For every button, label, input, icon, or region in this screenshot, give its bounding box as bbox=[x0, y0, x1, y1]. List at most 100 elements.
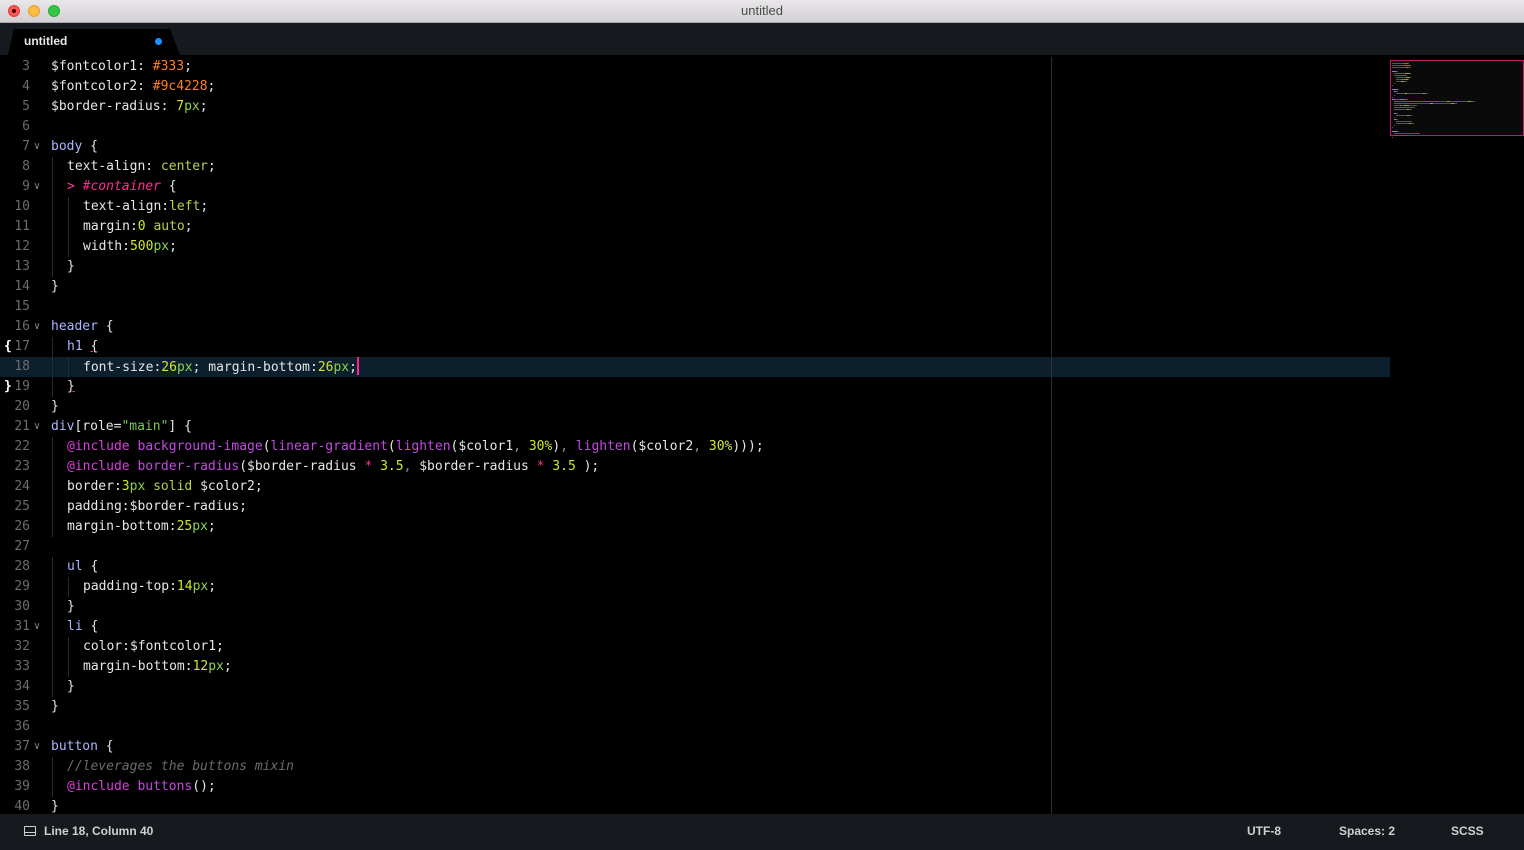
code-line[interactable]: 31 ∨ li { bbox=[0, 617, 1390, 637]
minimap-line bbox=[1414, 103, 1428, 104]
minimap-line bbox=[1397, 89, 1399, 90]
code-line[interactable]: 16 ∨ header { bbox=[0, 317, 1390, 337]
code-line[interactable]: 39 @include buttons(); bbox=[0, 777, 1390, 797]
line-number: 30 bbox=[14, 599, 30, 614]
indent-guide bbox=[68, 197, 69, 217]
code-text: @include border-radius($border-radius * … bbox=[67, 459, 600, 474]
code-line[interactable]: 32 color:$fontcolor1; bbox=[0, 637, 1390, 657]
code-text: text-align:left; bbox=[83, 199, 209, 214]
minimap-line bbox=[1394, 101, 1401, 102]
minimap-line bbox=[1394, 95, 1395, 96]
line-number: 37 bbox=[14, 739, 30, 754]
code-line[interactable]: 3 $fontcolor1: #333; bbox=[0, 57, 1390, 77]
line-number: 18 bbox=[14, 359, 30, 374]
code-text: //leverages the buttons mixin bbox=[67, 759, 294, 774]
code-line[interactable]: 34} bbox=[0, 677, 1390, 697]
indentation-indicator[interactable]: Spaces: 2 bbox=[1339, 824, 1395, 838]
code-line[interactable]: 26 margin-bottom:25px; bbox=[0, 517, 1390, 537]
indent-guide bbox=[52, 637, 53, 657]
code-line[interactable]: 28 ul { bbox=[0, 557, 1390, 577]
chevron-down-icon[interactable]: ∨ bbox=[34, 137, 40, 157]
code-text: } bbox=[67, 379, 75, 394]
code-line[interactable]: 22 @include background-image(linear-gradi… bbox=[0, 437, 1390, 457]
code-line[interactable]: 37 ∨ button { bbox=[0, 737, 1390, 757]
code-line[interactable]: 13} bbox=[0, 257, 1390, 277]
code-line[interactable]: 12 width:500px; bbox=[0, 237, 1390, 257]
code-text: @include buttons(); bbox=[67, 779, 216, 794]
line-number: 10 bbox=[14, 199, 30, 214]
chevron-down-icon[interactable]: ∨ bbox=[34, 617, 40, 637]
panel-toggle-icon[interactable] bbox=[24, 826, 36, 836]
line-number: 27 bbox=[14, 539, 30, 554]
indent-guide bbox=[52, 177, 53, 197]
syntax-indicator[interactable]: SCSS bbox=[1451, 824, 1484, 838]
code-line[interactable]: } 19} bbox=[0, 377, 1390, 397]
code-line[interactable]: 23 @include border-radius($border-radius … bbox=[0, 457, 1390, 477]
indent-guide bbox=[68, 577, 69, 597]
code-line[interactable]: 21 ∨ div[role="main"] { bbox=[0, 417, 1390, 437]
chevron-down-icon[interactable]: ∨ bbox=[34, 417, 40, 437]
code-line[interactable]: 33 margin-bottom:12px; bbox=[0, 657, 1390, 677]
chevron-down-icon[interactable]: ∨ bbox=[34, 177, 40, 197]
code-line[interactable]: 27 bbox=[0, 537, 1390, 557]
minimap-line bbox=[1397, 131, 1399, 132]
minimap-line bbox=[1427, 93, 1428, 94]
indent-guide bbox=[52, 437, 53, 457]
unsaved-dot-icon[interactable] bbox=[155, 38, 162, 45]
indent-guide bbox=[52, 497, 53, 517]
code-line[interactable]: 18 font-size:26px; margin-bottom:26px; bbox=[0, 357, 1390, 377]
code-line[interactable]: 30} bbox=[0, 597, 1390, 617]
indent-guide bbox=[68, 637, 69, 657]
tab-bar: untitled bbox=[0, 23, 1524, 55]
code-line[interactable]: 25 padding:$border-radius; bbox=[0, 497, 1390, 517]
code-line[interactable]: 15 bbox=[0, 297, 1390, 317]
line-number: 34 bbox=[14, 679, 30, 694]
indent-guide bbox=[52, 337, 53, 357]
code-line[interactable]: 40} bbox=[0, 797, 1390, 814]
code-line[interactable]: 24 border:3px solid $color2; bbox=[0, 477, 1390, 497]
minimap-line bbox=[1411, 115, 1412, 116]
code-line[interactable]: 20} bbox=[0, 397, 1390, 417]
code-line[interactable]: 7 ∨ body { bbox=[0, 137, 1390, 157]
code-line[interactable]: 35} bbox=[0, 697, 1390, 717]
code-line[interactable]: 5 $border-radius: 7px; bbox=[0, 97, 1390, 117]
minimap-line bbox=[1396, 113, 1398, 114]
minimap-line bbox=[1394, 83, 1395, 84]
indent-guide bbox=[52, 677, 53, 697]
code-line[interactable]: 8 text-align: center; bbox=[0, 157, 1390, 177]
chevron-down-icon[interactable]: ∨ bbox=[34, 737, 40, 757]
minimap-line bbox=[1397, 91, 1398, 92]
minimap-viewport[interactable] bbox=[1390, 60, 1524, 136]
line-number: 8 bbox=[22, 159, 30, 174]
encoding-indicator[interactable]: UTF-8 bbox=[1247, 824, 1281, 838]
indent-guide bbox=[52, 197, 53, 217]
code-editor[interactable]: 3 $fontcolor1: #333; 4 $fontcolor2: #9c4228… bbox=[0, 55, 1390, 814]
indent-guide bbox=[52, 257, 53, 277]
minimap-line bbox=[1402, 103, 1414, 104]
code-line[interactable]: 14} bbox=[0, 277, 1390, 297]
chevron-down-icon[interactable]: ∨ bbox=[34, 317, 40, 337]
line-number: 35 bbox=[14, 699, 30, 714]
code-line[interactable]: 11 margin:0 auto; bbox=[0, 217, 1390, 237]
tab-label: untitled bbox=[24, 34, 68, 48]
code-line[interactable]: 4 $fontcolor2: #9c4228; bbox=[0, 77, 1390, 97]
code-line[interactable]: 38 //leverages the buttons mixin bbox=[0, 757, 1390, 777]
code-line[interactable]: 10 text-align:left; bbox=[0, 197, 1390, 217]
indent-guide bbox=[68, 357, 69, 377]
code-line[interactable]: {17 h1 { bbox=[0, 337, 1390, 357]
minimap-line bbox=[1471, 101, 1475, 102]
line-number: 3 bbox=[22, 59, 30, 74]
code-text: border:3px solid $color2; bbox=[67, 479, 263, 494]
code-line[interactable]: 6 bbox=[0, 117, 1390, 137]
code-line[interactable]: 29 padding-top:14px; bbox=[0, 577, 1390, 597]
line-number: 6 bbox=[22, 119, 30, 134]
column-ruler bbox=[1051, 57, 1052, 814]
code-text: $fontcolor2: #9c4228; bbox=[51, 79, 216, 94]
code-line[interactable]: 9 ∨ > #container { bbox=[0, 177, 1390, 197]
minimap-line bbox=[1459, 101, 1466, 102]
cursor-position[interactable]: Line 18, Column 40 bbox=[44, 824, 153, 838]
minimap-line bbox=[1392, 137, 1393, 138]
tab-untitled[interactable]: untitled bbox=[8, 29, 180, 55]
code-line[interactable]: 36 bbox=[0, 717, 1390, 737]
minimap[interactable] bbox=[1390, 57, 1524, 814]
